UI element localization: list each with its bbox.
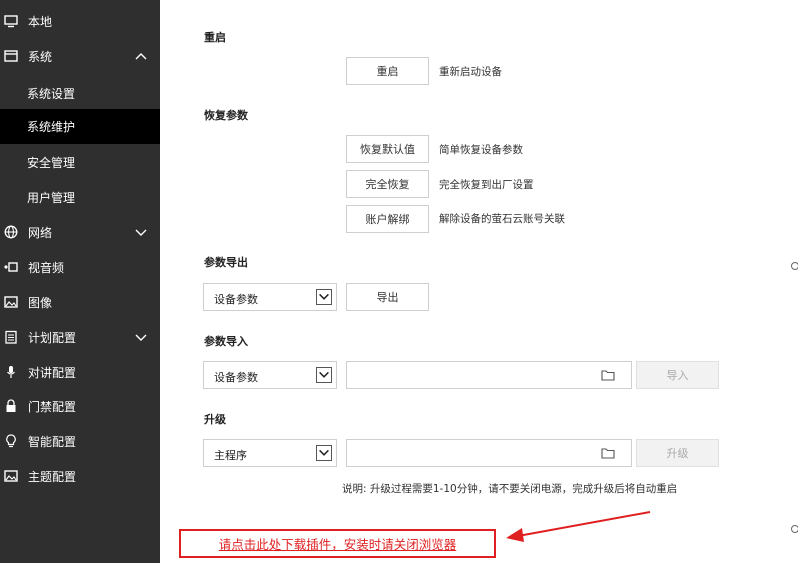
plugin-download-link[interactable]: 请点击此处下载插件，安装时请关闭浏览器 [179,529,496,558]
plugin-download-text[interactable]: 请点击此处下载插件，安装时请关闭浏览器 [219,534,457,553]
annotation-arrow [506,511,651,542]
